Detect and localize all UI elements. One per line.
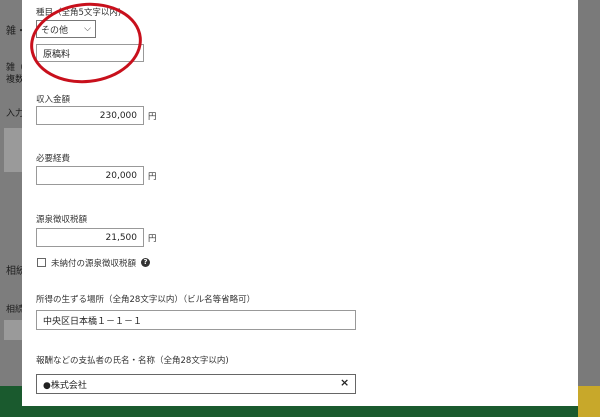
help-icon[interactable]: ?	[141, 258, 150, 267]
category-select-value: その他	[41, 25, 69, 36]
chevron-down-icon: ⌵	[84, 24, 91, 34]
payer-input[interactable]: ●株式会社	[36, 374, 356, 394]
footer-accent	[578, 386, 600, 417]
income-unit: 円	[148, 112, 157, 122]
income-label: 収入金額	[36, 95, 71, 105]
close-icon[interactable]: ×	[340, 376, 349, 389]
location-label: 所得の生ずる場所（全角28文字以内）（ビル名等省略可）	[36, 295, 256, 305]
entry-dialog: 種目（全角5文字以内) その他 ⌵ 原稿料 収入金額 230,000 円 必要経…	[22, 0, 578, 406]
category-select[interactable]: その他 ⌵	[36, 20, 96, 38]
unpaid-withholding-checkbox[interactable]	[37, 258, 46, 267]
background-right-strip	[578, 0, 600, 417]
expense-input[interactable]: 20,000	[36, 166, 144, 185]
category-input[interactable]: 原稿料	[36, 44, 144, 62]
withholding-input[interactable]: 21,500	[36, 228, 144, 247]
income-input[interactable]: 230,000	[36, 106, 144, 125]
category-label: 種目（全角5文字以内)	[36, 8, 122, 18]
withholding-label: 源泉徴収税額	[36, 215, 88, 225]
location-input[interactable]: 中央区日本橋１－１－１	[36, 310, 356, 330]
withholding-unit: 円	[148, 234, 157, 244]
payer-input-value: ●株式会社	[43, 380, 87, 391]
expense-label: 必要経費	[36, 154, 71, 164]
payer-label: 報酬などの支払者の氏名・名称（全角28文字以内)	[36, 356, 229, 366]
expense-unit: 円	[148, 172, 157, 182]
unpaid-withholding-label: 未納付の源泉徴収税額	[51, 259, 137, 269]
